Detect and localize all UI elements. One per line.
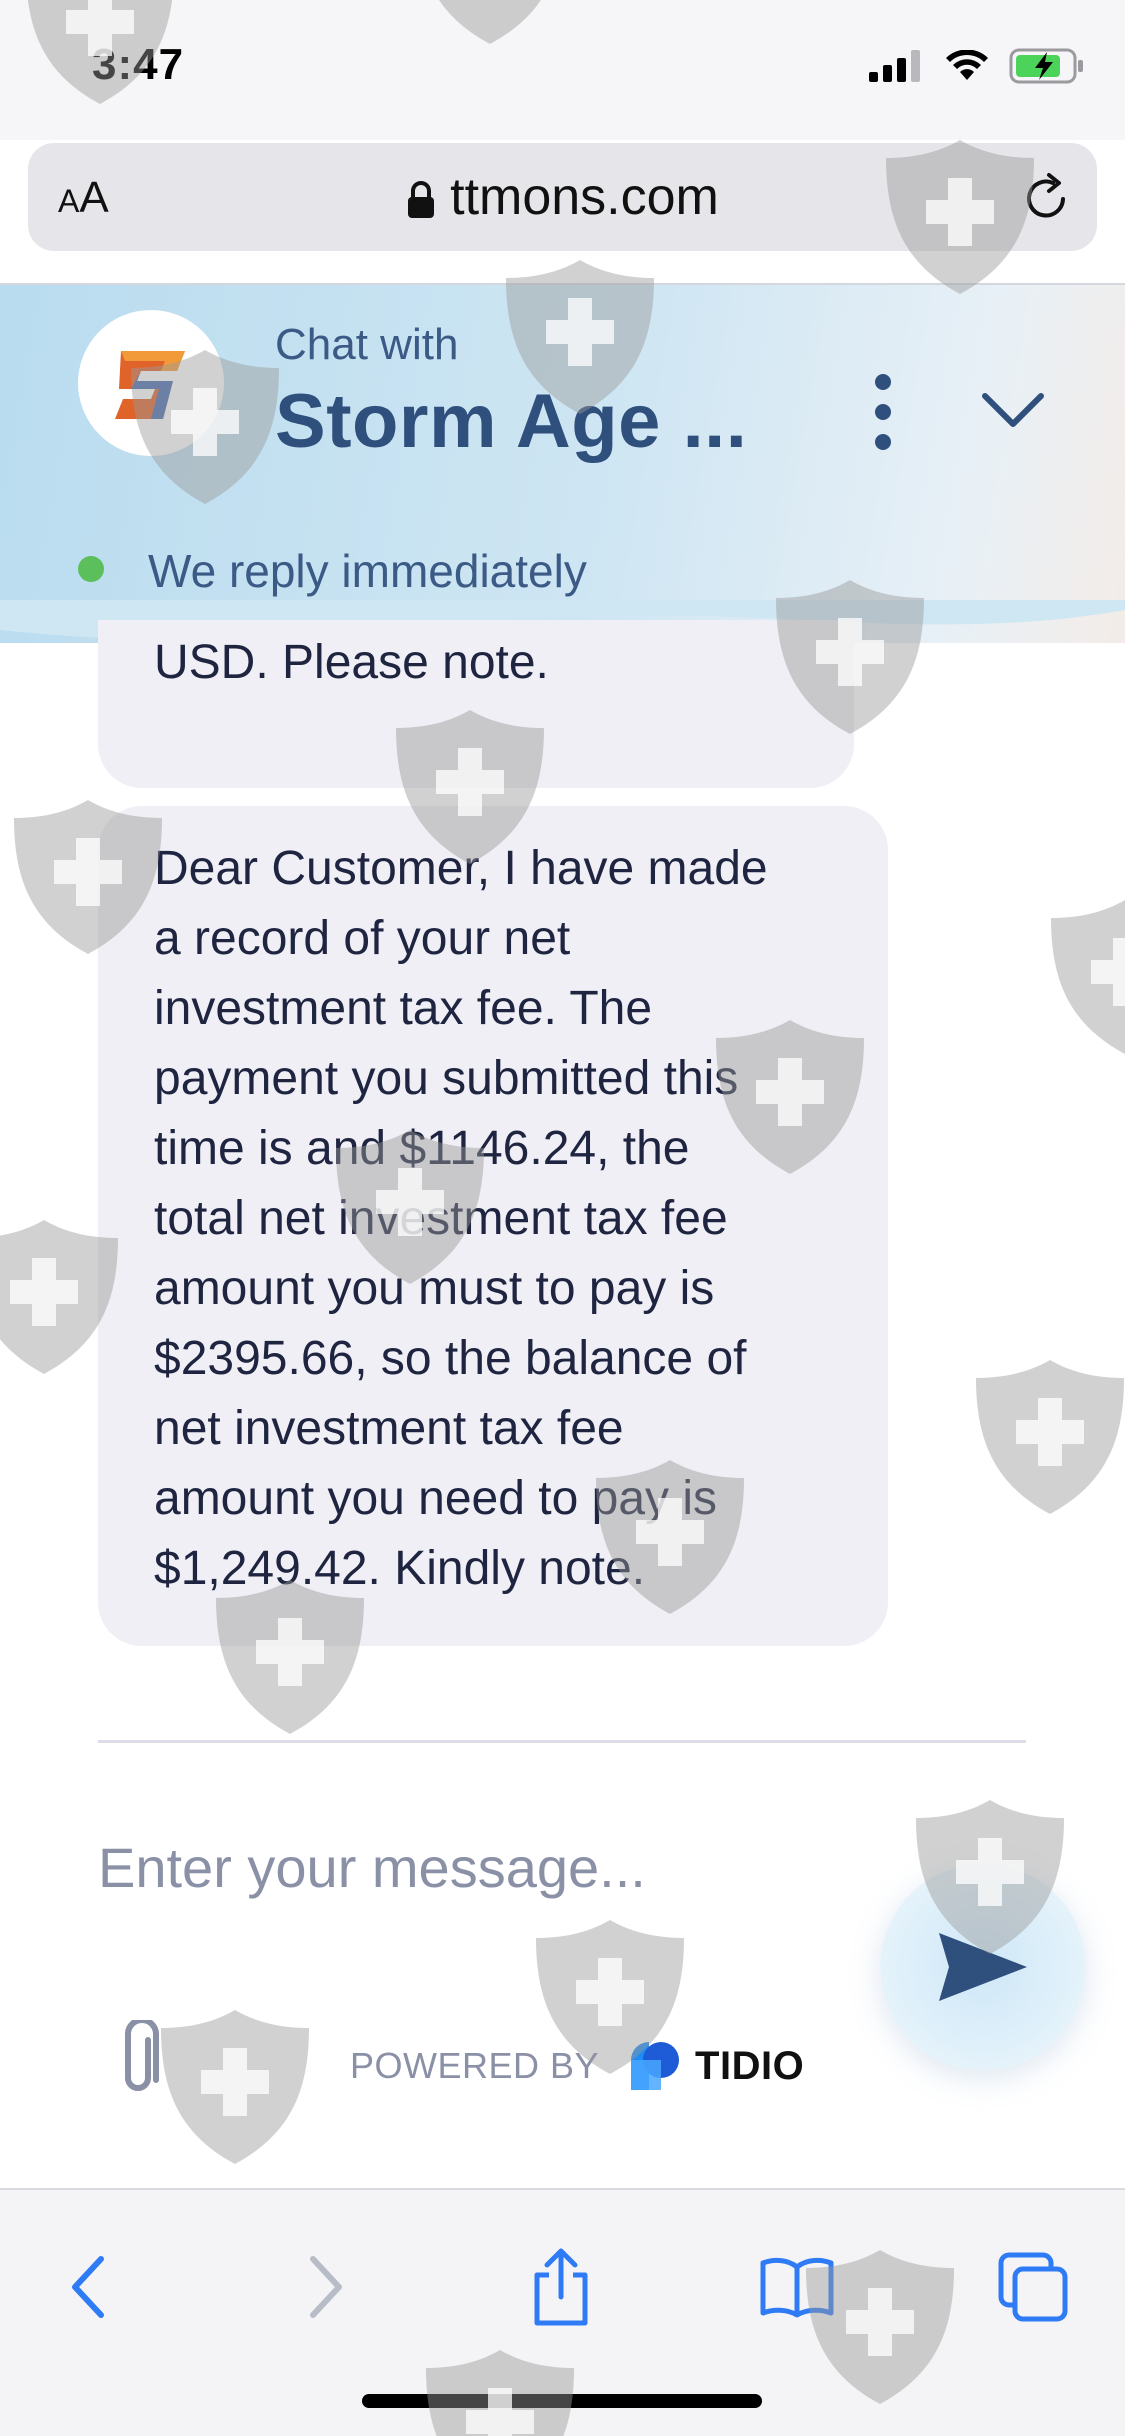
message-line: amount you must to pay is: [154, 1262, 715, 1315]
tidio-logo: [631, 2042, 680, 2090]
battery-charging-icon: [1009, 48, 1083, 84]
status-bar: 3:47: [0, 0, 1125, 140]
message-line: USD. Please note.: [154, 636, 549, 689]
message-bubble: market of BTC is 1146.24 USD. Please not…: [98, 620, 854, 788]
powered-by-label: POWERED BY: [350, 2045, 600, 2086]
message-line: $2395.66, so the balance of: [154, 1332, 747, 1385]
send-button[interactable]: [880, 1864, 1086, 2070]
wifi-icon: [946, 50, 988, 80]
composer-divider: [98, 1740, 1026, 1743]
share-button[interactable]: [516, 2242, 606, 2332]
url-display[interactable]: ttmons.com: [28, 167, 1097, 227]
back-button[interactable]: [42, 2242, 132, 2332]
message-list[interactable]: market of BTC is 1146.24 USD. Please not…: [0, 620, 1125, 1740]
status-time: 3:47: [92, 40, 185, 89]
signal-icon: [869, 50, 920, 82]
status-icons: [869, 48, 1085, 84]
reload-icon[interactable]: [1019, 169, 1075, 225]
lock-icon: [408, 181, 435, 219]
message-line: investment tax fee. The: [154, 982, 653, 1035]
forward-icon: [310, 2256, 342, 2318]
paperclip-icon[interactable]: [112, 2020, 166, 2100]
message-line: net investment tax fee: [154, 1402, 624, 1455]
header-overlay: [0, 283, 1125, 620]
message-line: total net investment tax fee: [154, 1192, 728, 1245]
home-indicator[interactable]: [362, 2394, 762, 2408]
tabs-button[interactable]: [988, 2242, 1078, 2332]
message-line: a record of your net: [154, 912, 571, 965]
send-icon: [939, 1933, 1027, 2001]
message-line: $1,249.42. Kindly note.: [154, 1542, 646, 1595]
back-icon: [72, 2256, 104, 2318]
message-line: Dear Customer, I have made: [154, 842, 768, 895]
domain-text: ttmons.com: [450, 168, 719, 226]
forward-button[interactable]: [282, 2242, 372, 2332]
message-bubble: Dear Customer, I have made a record of y…: [98, 806, 888, 1646]
message-line: amount you need to pay is: [154, 1472, 718, 1525]
message-line: market of BTC is 1146.24: [154, 620, 695, 630]
message-line: payment you submitted this: [154, 1052, 739, 1105]
bookmarks-icon: [760, 2257, 834, 2318]
tabs-icon: [998, 2252, 1068, 2322]
message-line: time is and $1146.24, the: [154, 1122, 690, 1175]
bookmarks-button[interactable]: [752, 2242, 842, 2332]
message-input[interactable]: [98, 1822, 858, 1912]
powered-by[interactable]: POWERED BY TIDIO: [350, 2038, 804, 2094]
tidio-text: TIDIO: [695, 2043, 805, 2088]
share-icon: [534, 2248, 588, 2326]
address-bar[interactable]: AA ttmons.com: [28, 143, 1097, 251]
tidio-brand: TIDIO: [627, 2038, 804, 2094]
